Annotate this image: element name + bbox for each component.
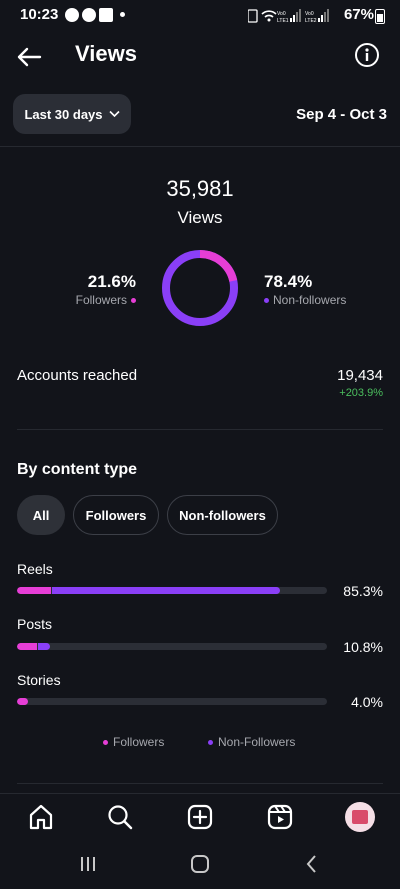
content-row-percent: 4.0% xyxy=(351,694,383,710)
signal-wifi-icons: Vo0 LTE1 Vo0 LTE2 xyxy=(248,9,329,24)
page-title: Views xyxy=(75,41,137,66)
battery-percent: 67% xyxy=(343,6,374,23)
content-row-percent: 10.8% xyxy=(343,639,383,655)
svg-text:Vo0: Vo0 xyxy=(305,11,314,17)
content-row-label: Reels xyxy=(17,561,53,577)
search-icon[interactable] xyxy=(106,803,134,831)
legend-nonfollowers: Non-Followers xyxy=(208,735,295,749)
filter-chip-nonfollowers[interactable]: Non-followers xyxy=(167,495,278,535)
accounts-reached-change: +203.9% xyxy=(339,387,383,399)
nonfollowers-dot-icon xyxy=(264,297,269,303)
battery-icon xyxy=(375,9,385,24)
filter-chip-all[interactable]: All xyxy=(17,495,65,535)
info-icon[interactable] xyxy=(354,42,380,68)
divider xyxy=(17,429,383,430)
followers-legend: Followers xyxy=(76,293,136,307)
views-donut-chart xyxy=(162,250,238,326)
messenger-notification-icon xyxy=(82,8,96,22)
svg-text:LTE1: LTE1 xyxy=(277,18,289,24)
followers-segment xyxy=(17,587,52,594)
content-row-bar xyxy=(17,643,327,650)
gallery-notification-icon xyxy=(99,8,113,22)
profile-avatar[interactable] xyxy=(345,802,375,832)
legend-nonfollowers-label: Non-Followers xyxy=(218,735,296,749)
date-range-dropdown[interactable]: Last 30 days xyxy=(13,94,131,134)
legend-followers: Followers xyxy=(103,735,164,749)
chat-notification-icon xyxy=(65,8,79,22)
status-time: 10:23 xyxy=(20,6,59,23)
system-back-icon[interactable] xyxy=(300,852,324,876)
divider xyxy=(0,146,400,147)
reels-icon[interactable] xyxy=(266,803,294,831)
accounts-reached-value: 19,434 xyxy=(337,367,383,384)
nonfollowers-segment xyxy=(38,643,50,650)
content-row-bar xyxy=(17,587,327,594)
followers-dot-icon xyxy=(103,739,108,745)
svg-text:Vo0: Vo0 xyxy=(277,11,286,17)
bottom-nav-divider xyxy=(0,793,400,794)
legend-followers-label: Followers xyxy=(113,735,165,749)
chevron-down-icon xyxy=(108,110,120,118)
total-views-value: 35,981 xyxy=(166,176,234,201)
nonfollowers-legend-label: Non-followers xyxy=(273,293,347,307)
back-arrow-icon[interactable] xyxy=(14,42,44,72)
followers-segment xyxy=(17,643,38,650)
create-icon[interactable] xyxy=(186,803,214,831)
date-range-text: Sep 4 - Oct 3 xyxy=(296,106,387,123)
recent-apps-icon[interactable] xyxy=(76,852,100,876)
home-button-icon[interactable] xyxy=(188,852,212,876)
followers-percent: 21.6% xyxy=(87,272,136,291)
filter-chip-followers[interactable]: Followers xyxy=(73,495,159,535)
views-label: Views xyxy=(177,208,223,227)
home-icon[interactable] xyxy=(27,803,55,831)
nonfollowers-legend: Non-followers xyxy=(264,293,346,307)
nonfollowers-dot-icon xyxy=(208,739,213,745)
more-notifications-dot-icon xyxy=(120,12,125,17)
followers-segment xyxy=(17,698,28,705)
followers-legend-label: Followers xyxy=(75,293,127,307)
nonfollowers-segment xyxy=(52,587,281,594)
content-row-label: Stories xyxy=(17,672,61,688)
svg-text:LTE2: LTE2 xyxy=(305,18,317,24)
divider xyxy=(17,783,383,784)
content-row-bar xyxy=(17,698,327,705)
accounts-reached-label: Accounts reached xyxy=(17,367,138,384)
nonfollowers-percent: 78.4% xyxy=(264,272,313,291)
content-row-percent: 85.3% xyxy=(343,583,383,599)
content-row-label: Posts xyxy=(17,616,53,632)
followers-dot-icon xyxy=(131,297,136,303)
date-range-label: Last 30 days xyxy=(24,106,103,122)
content-type-title: By content type xyxy=(17,461,138,478)
